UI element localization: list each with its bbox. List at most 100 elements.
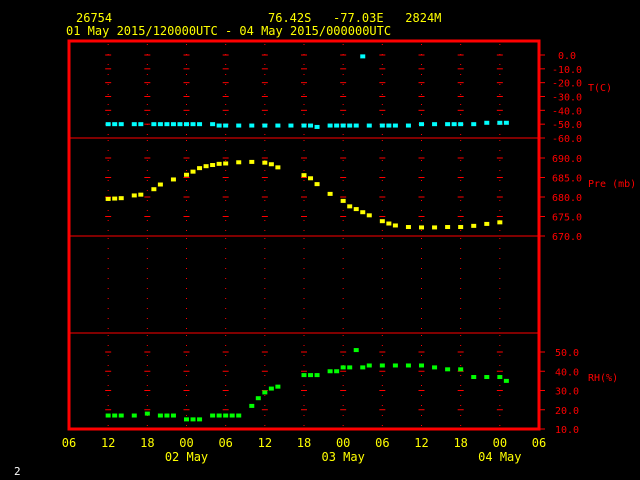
data-point [112, 196, 118, 201]
data-point [327, 191, 333, 196]
y-tick-label: 30.0 [555, 387, 579, 398]
data-point [471, 122, 477, 127]
x-tick-label: 06 [375, 436, 389, 450]
data-point [118, 196, 124, 201]
station-location: 76.42S -77.03E 2824M [268, 11, 441, 25]
data-point [190, 122, 196, 127]
data-point [190, 417, 196, 422]
data-point [203, 164, 209, 169]
page-number: 2 [14, 465, 21, 478]
data-point [301, 123, 307, 128]
y-axis-label: RH(%) [588, 373, 618, 384]
data-point [170, 413, 176, 418]
y-axis-label: T(C) [588, 83, 612, 94]
data-point [301, 373, 307, 378]
data-point [347, 204, 353, 209]
data-point [131, 193, 137, 198]
data-point [392, 223, 398, 228]
data-point [445, 367, 451, 372]
data-point [170, 122, 176, 127]
data-point [471, 375, 477, 380]
data-point [223, 123, 229, 128]
chart-background [0, 0, 640, 480]
data-point [360, 210, 366, 215]
data-point [366, 123, 372, 128]
data-point [262, 390, 268, 395]
y-tick-label: 50.0 [555, 348, 579, 359]
data-point [157, 413, 163, 418]
data-point [419, 363, 424, 368]
data-point [458, 367, 464, 372]
y-tick-label: 680.0 [552, 193, 582, 204]
data-point [268, 162, 274, 167]
data-point [223, 161, 229, 166]
data-point [340, 198, 346, 203]
y-tick-label: 690.0 [552, 154, 582, 165]
data-point [308, 123, 314, 128]
data-point [275, 165, 281, 170]
data-point [379, 363, 385, 368]
data-point [164, 413, 170, 418]
y-tick-label: -50.0 [552, 120, 582, 131]
data-point [131, 122, 137, 127]
data-point [262, 123, 268, 128]
data-point [112, 413, 118, 418]
x-tick-label: 00 [336, 436, 350, 450]
meteogram-chart: 26754 76.42S -77.03E 2824M 01 May 2015/1… [0, 0, 640, 480]
y-tick-label: -40.0 [552, 106, 582, 117]
y-tick-label: 40.0 [555, 367, 579, 378]
data-point [105, 413, 111, 418]
data-point [210, 122, 216, 127]
data-point [184, 122, 189, 127]
data-point [197, 166, 203, 171]
y-tick-label: -60.0 [552, 134, 582, 145]
x-tick-label: 06 [218, 436, 232, 450]
data-point [314, 182, 320, 187]
data-point [347, 123, 353, 128]
data-point [445, 122, 451, 127]
data-point [405, 363, 411, 368]
y-axis-label: Pre (mb) [588, 179, 636, 190]
data-point [262, 160, 268, 165]
data-point [236, 160, 242, 165]
data-point [432, 225, 438, 230]
data-point [484, 375, 490, 380]
data-point [210, 413, 216, 418]
data-point [432, 122, 438, 127]
data-point [184, 172, 189, 177]
data-point [497, 120, 503, 125]
data-point [503, 120, 509, 125]
x-day-label: 04 May [478, 450, 521, 464]
data-point [157, 182, 163, 187]
y-tick-label: -20.0 [552, 79, 582, 90]
data-point [216, 123, 222, 128]
data-point [327, 123, 333, 128]
x-tick-label: 06 [532, 436, 546, 450]
data-point [275, 384, 281, 389]
data-point [177, 122, 183, 127]
data-point [484, 221, 490, 226]
data-point [151, 122, 157, 127]
data-point [484, 120, 490, 125]
data-point [236, 413, 242, 418]
data-point [347, 365, 353, 370]
data-point [386, 221, 392, 226]
time-period: 01 May 2015/120000UTC - 04 May 2015/0000… [66, 24, 391, 38]
data-point [223, 413, 229, 418]
data-point [471, 223, 477, 228]
y-tick-label: -10.0 [552, 65, 582, 76]
data-point [249, 123, 255, 128]
data-point [334, 369, 340, 374]
y-tick-label: -30.0 [552, 93, 582, 104]
data-point [458, 225, 464, 230]
data-point [379, 123, 385, 128]
data-point [216, 413, 222, 418]
data-point [112, 122, 118, 127]
data-point [353, 207, 359, 212]
data-point [308, 176, 314, 181]
data-point [288, 123, 294, 128]
data-point [360, 54, 366, 59]
data-point [184, 417, 189, 422]
y-tick-label: 685.0 [552, 174, 582, 185]
data-point [340, 123, 346, 128]
